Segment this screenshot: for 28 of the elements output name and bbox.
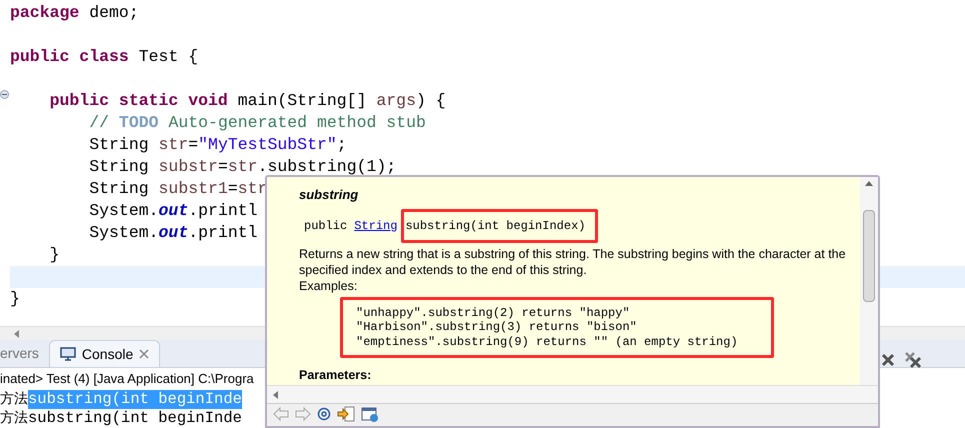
code-line: String substr=str.substring(1); [88, 157, 396, 176]
code-line: public static void main(String[] args) { [48, 91, 446, 110]
console-text: substring(int beginInde [28, 390, 242, 409]
code-line: String str="MyTestSubStr"; [88, 135, 347, 154]
view-tab[interactable]: Console [48, 340, 160, 367]
console-text: substring(int beginInde [28, 409, 242, 428]
method-signature: substring(int beginIndex) [401, 208, 598, 242]
examples-label: Examples: [299, 278, 358, 294]
description-text: Returns a new string that is a substring of this string. The substring begins with the character at the specified index and extends to the end of this string. [299, 246, 847, 278]
code-line: System.out.printl [88, 223, 258, 242]
code-line: System.out.printl [88, 201, 258, 220]
console-text: 方法 [0, 390, 28, 409]
code-line: } [48, 245, 60, 264]
modifier-text: public [304, 218, 348, 234]
code-line: } [10, 289, 20, 308]
parameters-label: Parameters: [299, 367, 372, 384]
code-line: package demo; [10, 3, 139, 22]
console-text: 方法 [0, 409, 28, 428]
example-line: "Harbison".substring(3) returns "bison" [356, 320, 638, 334]
example-line: "unhappy".substring(2) returns "happy" [356, 306, 631, 320]
code-line: String substr1=str [88, 179, 268, 198]
example-line: "emptiness".substring(9) returns "" (an empty string) [356, 334, 739, 349]
code-line: // TODO Auto-generated method stub [88, 113, 426, 132]
code-line: public class Test { [10, 47, 198, 66]
console-header: inated> Test (4) [Java Application] C:\Progra [0, 370, 254, 388]
method-title: substring [299, 186, 360, 204]
type-link[interactable]: String [354, 216, 398, 234]
view-tab[interactable]: ervers [0, 340, 49, 367]
